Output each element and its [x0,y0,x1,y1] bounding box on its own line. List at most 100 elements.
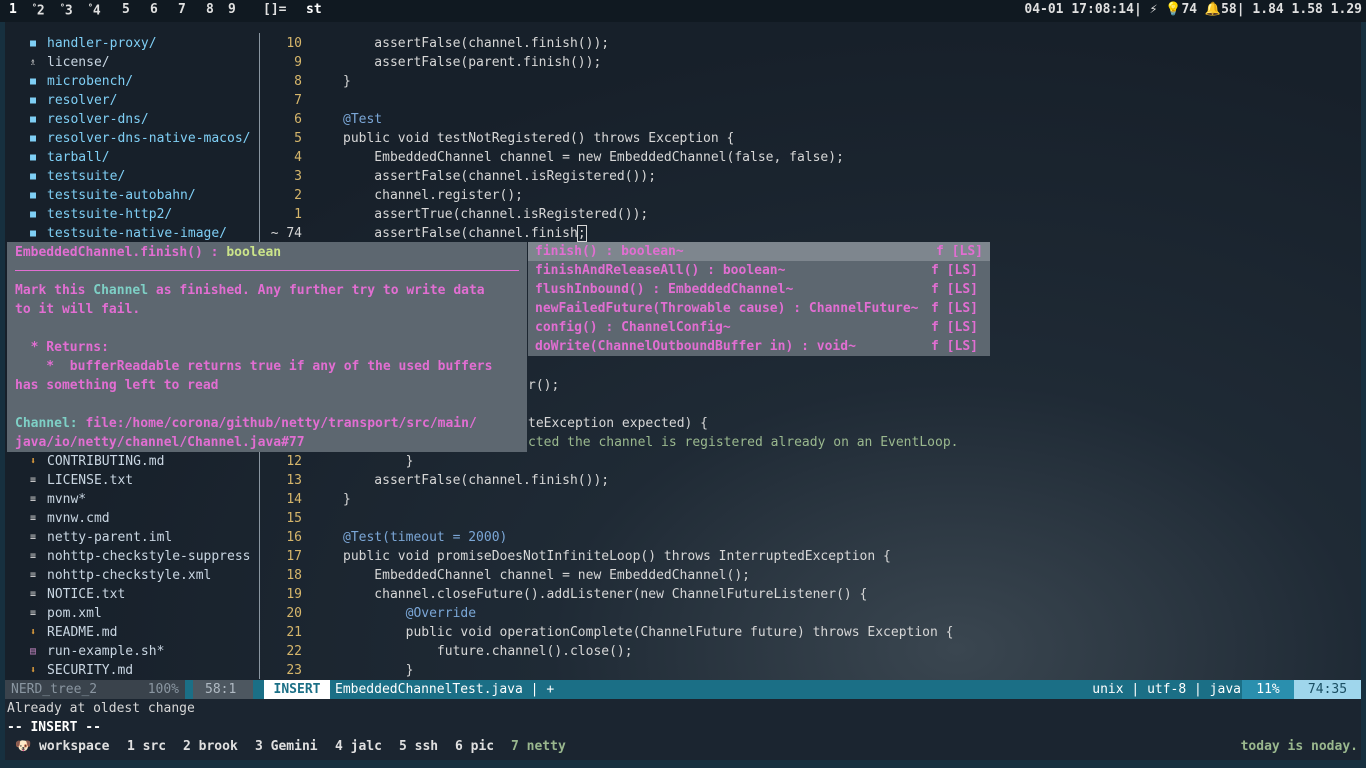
tmux-window[interactable]: 3 Gemini [255,737,318,756]
tree-item[interactable]: testsuite-autobahn/ [47,186,196,205]
workspace-9[interactable]: 9 [228,2,236,17]
workspace-3[interactable]: ⁰3 [60,2,73,18]
code-line[interactable]: EmbeddedChannel channel = new EmbeddedCh… [343,148,844,167]
code-line[interactable]: public void operationComplete(ChannelFut… [343,623,954,642]
tree-item[interactable]: resolver-dns-native-macos/ [47,129,251,148]
completion-item[interactable]: doWrite(ChannelOutboundBuffer in) : void… [535,337,985,356]
line-number: 20 [286,606,302,621]
scroll-percent: 11% [1242,680,1294,699]
code-line[interactable]: channel.closeFuture().addListener(new Ch… [343,585,867,604]
tree-item[interactable]: mvnw.cmd [47,509,110,528]
tree-item[interactable]: testsuite-http2/ [47,205,172,224]
tmux-window[interactable]: 2 brook [183,737,238,756]
shell-file-icon: ▤ [30,646,37,657]
completion-item[interactable]: config() : ChannelConfig~ f [LS] [535,318,985,337]
workspace-6[interactable]: 6 [150,2,158,17]
tree-item[interactable]: testsuite-native-image/ [47,224,227,243]
tree-item[interactable]: license/ [47,53,110,72]
tree-item[interactable]: tarball/ [47,148,110,167]
doc-description: Mark this Channel as finished. Any furth… [15,283,485,298]
tree-item[interactable]: mvnw* [47,490,86,509]
tree-item[interactable]: CONTRIBUTING.md [47,452,164,471]
tree-item[interactable]: NOTICE.txt [47,585,125,604]
line-number: 3 [294,169,302,184]
completion-item-selected[interactable]: finish() : boolean~ f [LS] [528,242,990,261]
code-line[interactable]: assertTrue(channel.isRegistered()); [343,205,648,224]
completion-item[interactable]: finishAndReleaseAll() : boolean~ f [LS] [535,261,985,280]
code-line[interactable]: } [343,490,351,509]
code-line[interactable]: public void testNotRegistered() throws E… [343,129,734,148]
system-status: 04-01 17:08:14| ⚡ 💡74 🔔58| 1.84 1.58 1.2… [1024,2,1362,17]
line-number: 18 [286,568,302,583]
code-line[interactable]: @Test(timeout = 2000) [343,528,507,547]
doc-link[interactable]: java/io/netty/channel/Channel.java#77 [15,433,305,452]
code-line[interactable]: } [343,661,414,680]
tree-item[interactable]: README.md [47,623,117,642]
tree-item[interactable]: nohttp-checkstyle.xml [47,566,211,585]
text-file-icon: ≡ [30,513,37,524]
code-line[interactable]: @Test [343,110,382,129]
markdown-icon: ⬇ [30,456,37,467]
code-line[interactable]: assertFalse(channel.finish()); [343,34,609,53]
code-line[interactable]: assertFalse(channel.finish()); [343,471,609,490]
code-line[interactable]: future.channel().close(); [343,642,633,661]
folder-icon: ■ [30,38,37,49]
line-number: 14 [286,492,302,507]
code-line[interactable]: public void promiseDoesNotInfiniteLoop()… [343,547,891,566]
workspace-1[interactable]: 1 [9,2,17,17]
line-number: 12 [286,454,302,469]
doc-link[interactable]: Channel: file:/home/corona/github/netty/… [15,414,477,433]
tree-item[interactable]: run-example.sh* [47,642,164,661]
dog-icon: 🐶 [15,739,40,754]
workspace-8[interactable]: 8 [206,2,214,17]
tree-item[interactable]: nohttp-checkstyle-suppress [47,547,251,566]
tmux-window[interactable]: 4 jalc [335,737,382,756]
doc-returns-text: * bufferReadable returns true if any of … [15,359,493,374]
tree-item[interactable]: LICENSE.txt [47,471,133,490]
code-line[interactable]: } [343,452,414,471]
line-number: 15 [286,511,302,526]
layout-indicator[interactable]: []= [263,2,286,17]
workspace-2[interactable]: ⁰2 [32,2,45,18]
tmux-status-right: today is noday. [1240,739,1358,754]
code-line[interactable]: } [343,72,351,91]
bottom-border [0,760,1366,768]
tree-item[interactable]: SECURITY.md [47,661,133,680]
nerdtree-buffer-name: NERD_tree_2 [5,680,110,699]
workspace-7[interactable]: 7 [178,2,186,17]
code-line-partial[interactable]: r(); [528,376,559,395]
folder-icon: ■ [30,133,37,144]
code-line-partial[interactable]: teException expected) { [528,414,708,433]
tree-item[interactable]: resolver/ [47,91,117,110]
tree-item[interactable]: testsuite/ [47,167,125,186]
code-line[interactable]: assertFalse(parent.finish()); [343,53,601,72]
code-line[interactable]: @Override [343,604,476,623]
code-line[interactable]: assertFalse(channel.isRegistered()); [343,167,656,186]
tmux-window[interactable]: 5 ssh [399,737,438,756]
nerdtree-position: 58:1 [193,680,253,699]
code-line-current[interactable]: assertFalse(channel.finish; [343,224,587,243]
tree-item[interactable]: handler-proxy/ [47,34,157,53]
completion-item[interactable]: flushInbound() : EmbeddedChannel~ f [LS] [535,280,985,299]
code-comment-partial[interactable]: cted the channel is registered already o… [528,433,958,452]
tmux-window[interactable]: 6 pic [455,737,494,756]
workspace-4[interactable]: ⁰4 [88,2,101,18]
line-number: 17 [286,549,302,564]
workspace-5[interactable]: 5 [122,2,130,17]
text-file-icon: ≡ [30,494,37,505]
tmux-session[interactable]: 🐶 workspace [15,737,109,756]
completion-menu[interactable]: finish() : boolean~ f [LS] finishAndRelea… [528,242,990,356]
code-line[interactable]: EmbeddedChannel channel = new EmbeddedCh… [343,566,750,585]
tree-item[interactable]: resolver-dns/ [47,110,149,129]
tree-item[interactable]: microbench/ [47,72,133,91]
line-number: 5 [294,131,302,146]
license-icon: ♗ [30,57,37,68]
folder-icon: ■ [30,114,37,125]
completion-item[interactable]: newFailedFuture(Throwable cause) : Chann… [535,299,985,318]
folder-icon: ■ [30,171,37,182]
code-line[interactable]: channel.register(); [343,186,523,205]
tmux-window[interactable]: 1 src [127,737,166,756]
tree-item[interactable]: pom.xml [47,604,102,623]
tree-item[interactable]: netty-parent.iml [47,528,172,547]
tmux-window-current[interactable]: 7 netty [511,737,566,756]
